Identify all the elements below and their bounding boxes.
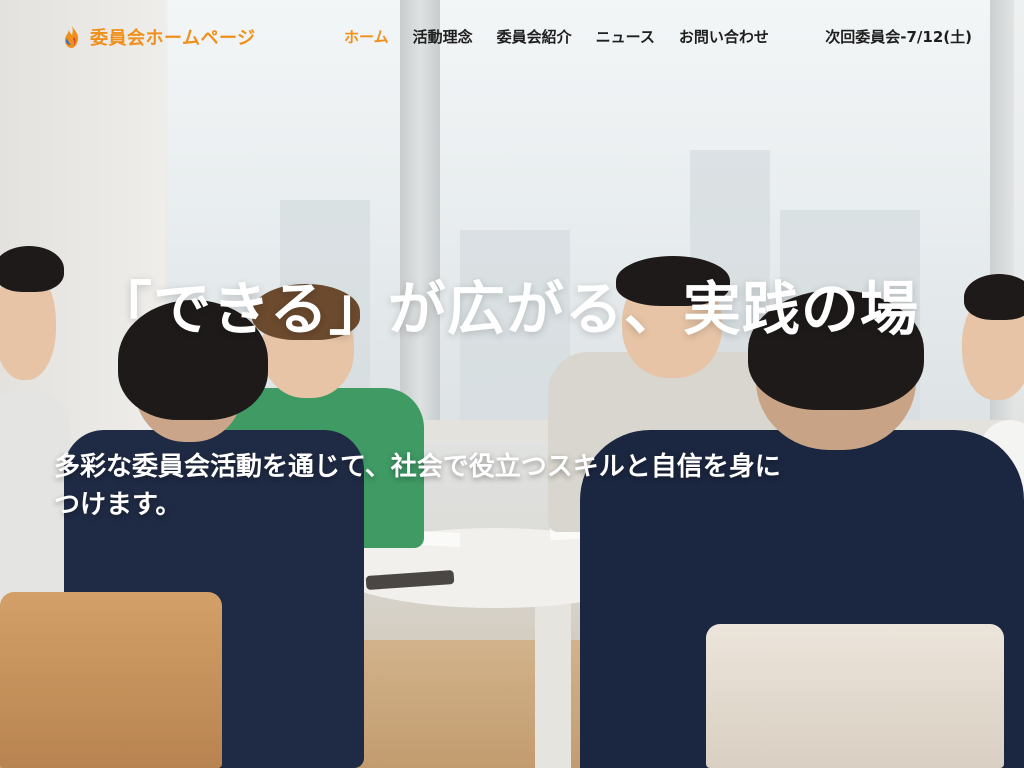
hero-subtext-line: 多彩な委員会活動を通じて、社会で役立つスキルと自信を身に [54, 452, 781, 482]
hero-subtext-line: つけます。 [54, 490, 182, 520]
main-nav: ホーム 活動理念 委員会紹介 ニュース お問い合わせ [344, 26, 793, 47]
site-header: 委員会ホームページ ホーム 活動理念 委員会紹介 ニュース お問い合わせ 次回委… [0, 0, 1024, 72]
next-meeting-notice: 次回委員会-7/12(土) [825, 28, 972, 46]
hero-chair [706, 624, 1004, 768]
hero-image [0, 0, 1024, 768]
flame-logo-icon [65, 26, 79, 48]
site-logo[interactable]: 委員会ホームページ [62, 24, 256, 50]
nav-item-home[interactable]: ホーム [344, 26, 389, 47]
hero-subtext: 多彩な委員会活動を通じて、社会で役立つスキルと自信を身に つけます。 [54, 448, 954, 524]
hero-table-leg [535, 600, 571, 768]
nav-item-news[interactable]: ニュース [596, 26, 655, 47]
nav-item-philosophy[interactable]: 活動理念 [413, 26, 473, 47]
nav-item-committees[interactable]: 委員会紹介 [497, 26, 572, 47]
nav-item-contact[interactable]: お問い合わせ [679, 26, 769, 47]
hero-chair [0, 592, 222, 768]
hero-headline: 「できる」が広がる、実践の場 [94, 275, 919, 343]
site-logo-text: 委員会ホームページ [90, 28, 256, 49]
